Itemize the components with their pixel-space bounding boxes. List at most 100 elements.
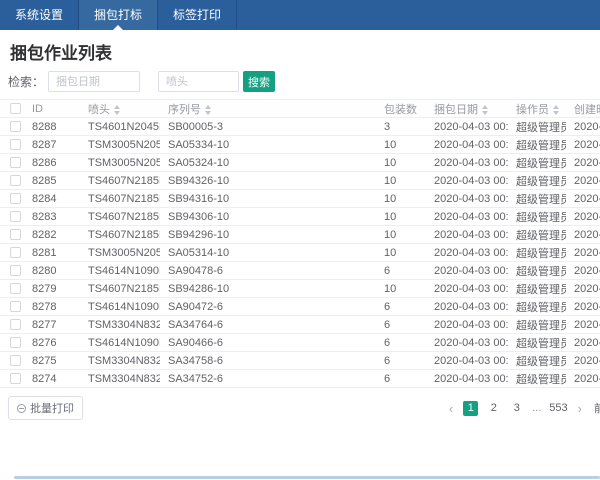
cell-operator: 超级管理员 (508, 316, 566, 334)
footer-bar: 批量打印 ‹ 123...553 › 前往 (8, 396, 600, 420)
top-nav: 系统设置 捆包打标 标签打印 (0, 0, 600, 30)
sort-icon[interactable] (205, 105, 211, 115)
cell-created: 2020-04-03 (566, 226, 600, 244)
row-checkbox[interactable] (10, 175, 21, 186)
table-row: 8281 TSM3005N2057E200 SA05314-10 10 2020… (0, 244, 600, 262)
row-checkbox[interactable] (10, 373, 21, 384)
row-checkbox[interactable] (10, 319, 21, 330)
cell-package-count: 6 (376, 370, 426, 388)
cell-nozzle: TSM3304N8322E901 (80, 370, 160, 388)
row-checkbox[interactable] (10, 229, 21, 240)
row-checkbox[interactable] (10, 247, 21, 258)
cell-created: 2020-04-03 (566, 154, 600, 172)
cell-serial: SB94326-10 (160, 172, 376, 190)
app-root: 系统设置 捆包打标 标签打印 捆包作业列表 检索： 搜索 ID 喷头 序列号 包… (0, 0, 600, 420)
sort-icon[interactable] (482, 105, 488, 115)
cell-nozzle: TSM3304N8322E901 (80, 352, 160, 370)
cell-bundle-date: 2020-04-03 00:0... (426, 280, 508, 298)
cell-id: 8279 (24, 280, 80, 298)
cell-id: 8286 (24, 154, 80, 172)
cell-id: 8288 (24, 118, 80, 136)
row-checkbox[interactable] (10, 283, 21, 294)
tab-system-settings[interactable]: 系统设置 (0, 0, 79, 30)
cell-id: 8278 (24, 298, 80, 316)
cell-bundle-date: 2020-04-03 00:0... (426, 298, 508, 316)
cell-created: 2020-04-03 (566, 136, 600, 154)
row-checkbox[interactable] (10, 193, 21, 204)
cell-id: 8281 (24, 244, 80, 262)
table-row: 8280 TS4614N1090E200 SA90478-6 6 2020-04… (0, 262, 600, 280)
sort-icon[interactable] (114, 105, 120, 115)
cell-serial: SB94286-10 (160, 280, 376, 298)
column-header-bundle-date[interactable]: 捆包日期 (426, 100, 508, 118)
row-checkbox[interactable] (10, 337, 21, 348)
pagination-page[interactable]: 3 (509, 401, 524, 416)
column-header-operator[interactable]: 操作员 (508, 100, 566, 118)
cell-id: 8276 (24, 334, 80, 352)
row-checkbox[interactable] (10, 265, 21, 276)
cell-package-count: 10 (376, 172, 426, 190)
column-header-id: ID (24, 100, 80, 118)
cell-package-count: 6 (376, 298, 426, 316)
pagination-prev-icon[interactable]: ‹ (443, 401, 459, 416)
cell-id: 8277 (24, 316, 80, 334)
cell-nozzle: TS4607N2185E200 (80, 172, 160, 190)
cell-package-count: 3 (376, 118, 426, 136)
batch-print-button[interactable]: 批量打印 (8, 396, 83, 420)
cell-bundle-date: 2020-04-03 00:0... (426, 244, 508, 262)
nozzle-input[interactable] (158, 71, 239, 92)
row-checkbox[interactable] (10, 121, 21, 132)
cell-package-count: 6 (376, 262, 426, 280)
tab-label-printing[interactable]: 标签打印 (158, 0, 237, 30)
cell-nozzle: TS4607N2185E200 (80, 208, 160, 226)
cell-id: 8280 (24, 262, 80, 280)
pagination-page[interactable]: 2 (486, 401, 501, 416)
cell-bundle-date: 2020-04-03 00:0... (426, 172, 508, 190)
row-checkbox[interactable] (10, 157, 21, 168)
pagination-page[interactable]: 553 (549, 401, 567, 416)
table-header-row: ID 喷头 序列号 包装数 捆包日期 操作员 创建时间 (0, 100, 600, 118)
table-row: 8288 TS4601N2045E200 SB00005-3 3 2020-04… (0, 118, 600, 136)
pagination-jumper-label: 前往 (588, 400, 600, 416)
cell-operator: 超级管理员 (508, 370, 566, 388)
table-row: 8285 TS4607N2185E200 SB94326-10 10 2020-… (0, 172, 600, 190)
cell-serial: SB94296-10 (160, 226, 376, 244)
row-checkbox[interactable] (10, 301, 21, 312)
search-button[interactable]: 搜索 (243, 71, 275, 92)
cell-nozzle: TS4614N1090E200 (80, 262, 160, 280)
row-checkbox[interactable] (10, 139, 21, 150)
cell-nozzle: TS4607N2185E200 (80, 226, 160, 244)
cell-package-count: 6 (376, 334, 426, 352)
cell-package-count: 10 (376, 136, 426, 154)
cell-package-count: 6 (376, 316, 426, 334)
cell-operator: 超级管理员 (508, 154, 566, 172)
cell-created: 2020-04-03 (566, 298, 600, 316)
cell-serial: SA90466-6 (160, 334, 376, 352)
column-header-nozzle[interactable]: 喷头 (80, 100, 160, 118)
select-all-checkbox[interactable] (10, 103, 21, 114)
tab-bundle-marking[interactable]: 捆包打标 (79, 0, 158, 30)
cell-bundle-date: 2020-04-03 00:0... (426, 154, 508, 172)
row-checkbox[interactable] (10, 211, 21, 222)
pagination-page[interactable]: 1 (463, 401, 478, 416)
cell-created: 2020-04-03 (566, 118, 600, 136)
cell-created: 2020-04-03 (566, 244, 600, 262)
page-title: 捆包作业列表 (10, 39, 590, 64)
cell-nozzle: TS4601N2045E200 (80, 118, 160, 136)
cell-serial: SA05324-10 (160, 154, 376, 172)
cell-created: 2020-04-03 (566, 370, 600, 388)
horizontal-scrollbar[interactable] (14, 476, 600, 479)
bundle-date-input[interactable] (48, 71, 140, 92)
row-checkbox[interactable] (10, 355, 21, 366)
column-header-serial[interactable]: 序列号 (160, 100, 376, 118)
cell-package-count: 10 (376, 244, 426, 262)
column-header-package-count: 包装数 (376, 100, 426, 118)
table-row: 8276 TS4614N1090E200 SA90466-6 6 2020-04… (0, 334, 600, 352)
sort-icon[interactable] (553, 105, 559, 115)
table-row: 8278 TS4614N1090E200 SA90472-6 6 2020-04… (0, 298, 600, 316)
pagination-next-icon[interactable]: › (572, 401, 588, 416)
cell-nozzle: TSM3005N2057E200 (80, 154, 160, 172)
cell-package-count: 10 (376, 208, 426, 226)
cell-id: 8282 (24, 226, 80, 244)
cell-operator: 超级管理员 (508, 298, 566, 316)
